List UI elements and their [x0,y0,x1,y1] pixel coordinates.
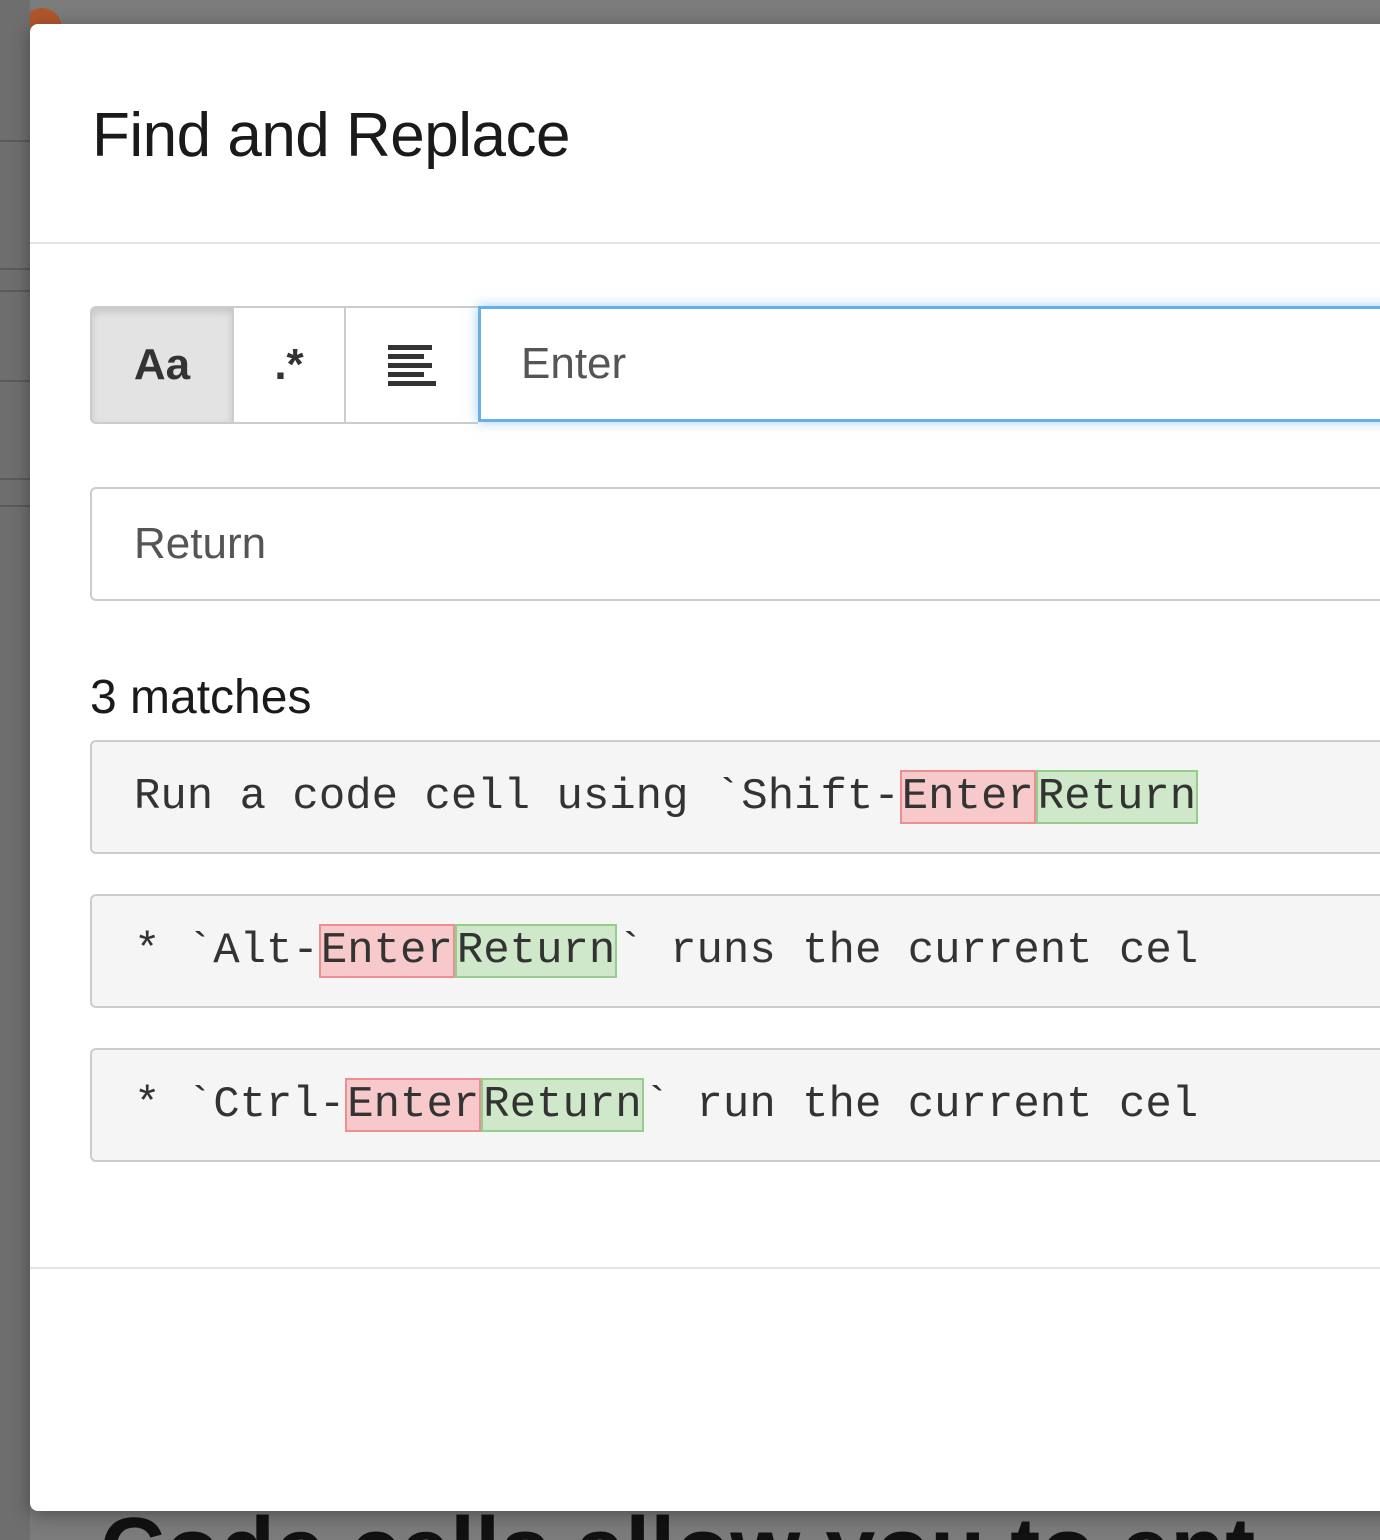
replacement-highlight: Return [481,1078,644,1132]
match-count: 3 matches [90,671,312,724]
match-context-before: Run a code cell using `Shift- [134,772,900,822]
replacement-highlight: Return [454,924,618,978]
match-preview-item: * `Alt- Enter Return ` runs the current cel [90,894,1380,1008]
match-preview-item: Run a code cell using `Shift- Enter Return [90,740,1380,854]
backdrop-divider [0,505,30,507]
backdrop-divider [0,268,30,270]
match-case-label: Aa [133,340,191,389]
find-row: Aa .* [90,306,1380,424]
backdrop-divider [0,380,30,382]
backdrop-left-edge [0,0,30,1540]
dialog-header: Find and Replace [30,24,1380,244]
match-highlight: Enter [899,770,1036,824]
find-input[interactable] [478,306,1380,422]
align-left-icon [388,344,436,386]
replacement-highlight: Return [1035,770,1199,824]
backdrop-divider [0,290,30,292]
regex-toggle[interactable]: .* [232,306,344,424]
match-context-after: ` runs the current cel [617,926,1199,976]
match-context-before: * `Ctrl- [134,1080,346,1130]
regex-label: .* [274,340,304,389]
dialog-title: Find and Replace [92,101,570,170]
replace-input[interactable] [90,487,1380,601]
match-highlight: Enter [345,1078,482,1132]
match-context-after: ` run the current cel [643,1080,1199,1130]
match-highlight: Enter [318,924,455,978]
search-in-selection-toggle[interactable] [344,306,478,424]
backdrop-divider [0,140,30,142]
dialog-footer-divider [30,1267,1380,1269]
match-preview-item: * `Ctrl- Enter Return ` run the current cel [90,1048,1380,1162]
match-case-toggle[interactable]: Aa [90,306,232,424]
backdrop-divider [0,478,30,480]
match-context-before: * `Alt- [134,926,319,976]
match-preview-list: Run a code cell using `Shift- Enter Return… [90,740,1380,1202]
find-replace-dialog: Find and Replace Aa .* 3 matches Run a c… [30,24,1380,1511]
